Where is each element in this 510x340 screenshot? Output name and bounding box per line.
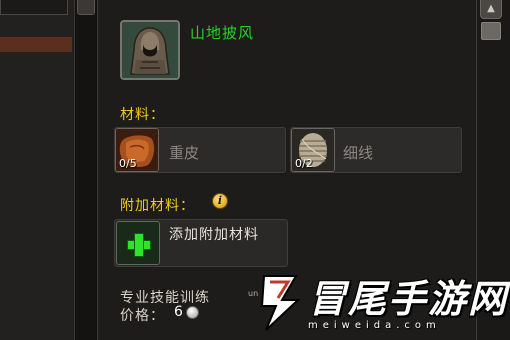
scroll-thumb[interactable] xyxy=(481,22,501,40)
add-optional-reagent-label: 添加附加材料 xyxy=(169,227,259,243)
watermark-url: meiweida.com xyxy=(308,320,441,331)
price-label: 价格： xyxy=(120,308,165,324)
selected-recipe-row[interactable] xyxy=(0,37,72,52)
plus-icon-center xyxy=(135,241,143,249)
left-scrollbar[interactable] xyxy=(74,0,98,340)
optional-reagent-slot[interactable]: 添加附加材料 xyxy=(114,219,288,267)
reagent-name: 重皮 xyxy=(169,144,200,162)
add-optional-reagent-button[interactable] xyxy=(116,221,160,265)
scroll-up-button[interactable]: ▲ xyxy=(480,0,502,19)
left-scroll-button[interactable] xyxy=(77,0,95,15)
reagent-name: 细线 xyxy=(343,144,374,162)
skill-requirement-text: 专业技能训练 xyxy=(120,290,210,306)
price-value: 6 xyxy=(174,304,183,320)
optional-reagents-header: 附加材料： xyxy=(120,198,195,214)
left-panel xyxy=(0,0,100,340)
site-watermark: 冒尾手游网 meiweida.com xyxy=(258,268,506,340)
skill-requirement-suffix: un xyxy=(248,289,259,298)
silver-coin-icon xyxy=(186,306,199,319)
item-name: 山地披风 xyxy=(190,24,255,42)
left-top-box[interactable] xyxy=(0,0,68,15)
reagent-count: 0/5 xyxy=(119,157,137,170)
watermark-title: 冒尾手游网 xyxy=(308,277,509,321)
reagent-slot-fine-thread[interactable]: 0/2 细线 xyxy=(290,127,462,173)
reagents-header: 材料： xyxy=(120,107,165,123)
reagent-slot-heavy-leather[interactable]: 0/5 重皮 xyxy=(114,127,286,173)
info-icon[interactable]: i xyxy=(212,193,228,209)
hooded-cloak-icon[interactable] xyxy=(120,20,180,80)
reagent-count: 0/2 xyxy=(295,157,313,170)
watermark-logo-icon xyxy=(258,272,302,334)
